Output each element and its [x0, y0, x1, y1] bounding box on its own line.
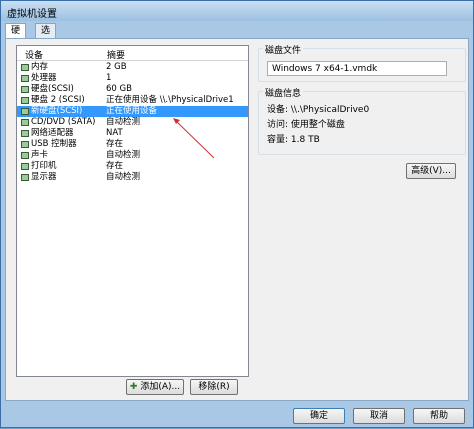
vm-settings-window: 虚拟机设置 硬件 选项 设备 摘要 内存2 GB处理器1硬盘(SCSI)60 G… — [0, 0, 474, 428]
annotation-arrow-line — [174, 119, 215, 159]
annotation-arrow-overlay — [173, 118, 215, 159]
annotation-arrow-head — [173, 118, 180, 124]
